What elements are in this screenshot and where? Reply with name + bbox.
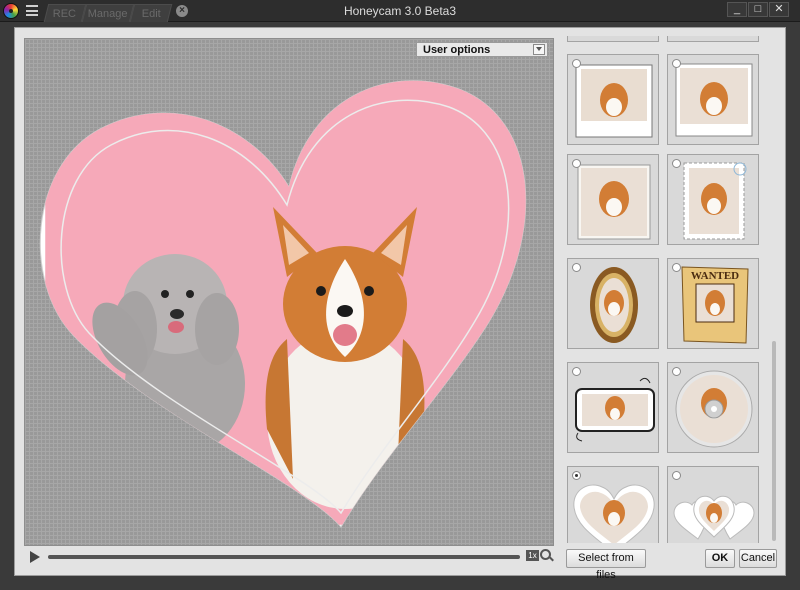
preview-canvas: User options xyxy=(24,38,554,546)
frame-radio[interactable] xyxy=(672,263,681,272)
user-options-dropdown[interactable]: User options xyxy=(416,42,548,57)
frame-thumb-partial[interactable] xyxy=(567,36,659,42)
frame-list[interactable]: WANTED xyxy=(563,36,780,543)
window-title: Honeycam 3.0 Beta3 xyxy=(343,4,457,18)
frame-dialog: User options 1x WANTED Select from files… xyxy=(14,27,786,581)
zoom-icon[interactable] xyxy=(540,549,551,560)
frame-list-scrollbar[interactable] xyxy=(771,38,778,543)
chevron-down-icon[interactable] xyxy=(533,44,545,55)
close-window-button[interactable]: ✕ xyxy=(769,2,789,17)
frame-thumb-polaroid[interactable] xyxy=(567,54,659,145)
cancel-button[interactable]: Cancel xyxy=(739,549,777,568)
frame-thumb-heart[interactable] xyxy=(567,466,659,543)
frame-radio[interactable] xyxy=(572,263,581,272)
frame-thumb-cd[interactable] xyxy=(667,362,759,453)
frame-thumb-stamp[interactable] xyxy=(667,154,759,245)
frame-radio[interactable] xyxy=(672,367,681,376)
frame-thumb-wanted-poster[interactable]: WANTED xyxy=(667,258,759,349)
title-bar: REC Manage Edit × Honeycam 3.0 Beta3 _ □… xyxy=(0,0,800,22)
heart-frame-preview xyxy=(39,80,527,528)
ok-button[interactable]: OK xyxy=(705,549,735,568)
corgi-photo xyxy=(265,207,425,509)
frame-radio[interactable] xyxy=(672,159,681,168)
maximize-button[interactable]: □ xyxy=(748,2,768,17)
frame-thumb-double-heart[interactable] xyxy=(667,466,759,543)
select-from-files-button[interactable]: Select from files xyxy=(566,549,646,581)
frame-thumb-ornate-oval[interactable] xyxy=(567,258,659,349)
frame-radio[interactable] xyxy=(572,159,581,168)
frame-radio[interactable] xyxy=(572,367,581,376)
timeline-slider[interactable] xyxy=(48,555,520,559)
frame-thumb-photo-print[interactable] xyxy=(567,154,659,245)
frame-radio[interactable] xyxy=(672,59,681,68)
frame-radio[interactable] xyxy=(572,59,581,68)
frame-thumb-cartoon[interactable] xyxy=(567,362,659,453)
frame-radio[interactable] xyxy=(672,471,681,480)
playback-speed-badge[interactable]: 1x xyxy=(526,550,539,561)
frame-radio-selected[interactable] xyxy=(572,471,581,480)
wanted-text: WANTED xyxy=(691,270,739,282)
scrollbar-thumb[interactable] xyxy=(772,341,776,541)
frame-thumb-polaroid-tilted[interactable] xyxy=(667,54,759,145)
play-button[interactable] xyxy=(30,551,40,563)
minimize-button[interactable]: _ xyxy=(727,2,747,17)
frame-thumb-partial[interactable] xyxy=(667,36,759,42)
user-options-label: User options xyxy=(423,44,491,56)
